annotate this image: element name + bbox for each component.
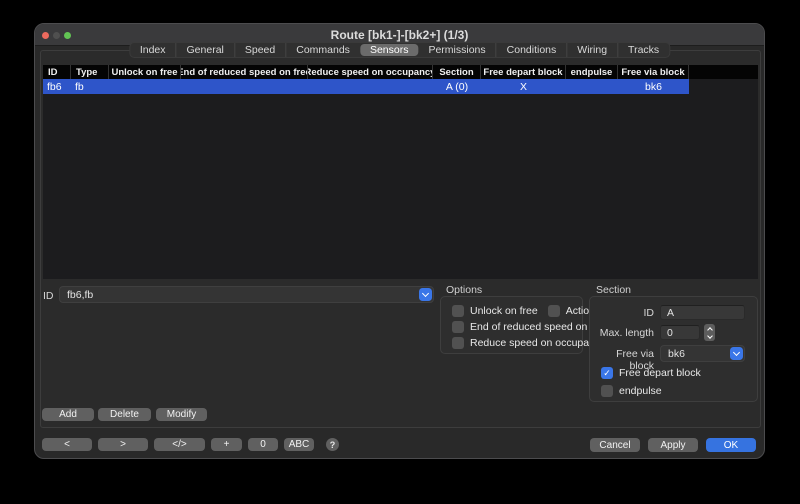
tab-commands[interactable]: Commands <box>285 43 360 57</box>
tab-wiring[interactable]: Wiring <box>566 43 617 57</box>
column-header-end-reduced-speed[interactable]: End of reduced speed on free <box>181 65 308 79</box>
tab-conditions[interactable]: Conditions <box>496 43 567 57</box>
endpulse-option[interactable]: ✓ endpulse <box>601 385 662 397</box>
column-header-unlock-on-free[interactable]: Unlock on free <box>109 65 181 79</box>
modify-button[interactable]: Modify <box>156 408 207 421</box>
zero-button[interactable]: 0 <box>248 438 278 451</box>
id-combobox-value: fb6,fb <box>60 289 419 301</box>
tab-sensors[interactable]: Sensors <box>360 44 419 56</box>
section-groupbox: ID A Max. length 0 Free via block bk6 ✓ … <box>589 296 758 402</box>
prev-button[interactable]: < <box>42 438 92 451</box>
actions-checkbox[interactable]: ✓ <box>548 305 560 317</box>
stepper-down-icon[interactable] <box>707 333 713 339</box>
id-combobox-dropdown-arrow-icon[interactable] <box>419 288 432 301</box>
end-reduced-label: End of reduced speed on free <box>470 321 608 333</box>
cell-id: fb6 <box>43 81 71 93</box>
tab-general[interactable]: General <box>176 43 234 57</box>
end-reduced-option[interactable]: ✓ End of reduced speed on free <box>452 321 582 333</box>
unlock-on-free-checkbox[interactable]: ✓ <box>452 305 464 317</box>
section-group-title: Section <box>596 284 631 296</box>
tab-bar: Index General Speed Commands Sensors Per… <box>129 42 670 58</box>
free-depart-block-option[interactable]: ✓ Free depart block <box>601 367 701 379</box>
column-header-id[interactable]: ID <box>43 65 71 79</box>
sensors-table: ID Type Unlock on free End of reduced sp… <box>43 65 758 279</box>
column-header-reduce-speed-occupancy[interactable]: Reduce speed on occupancy <box>308 65 433 79</box>
table-row[interactable]: fb6 fb A (0) X bk6 <box>43 79 689 94</box>
next-button[interactable]: > <box>98 438 148 451</box>
free-via-block-dropdown-arrow-icon[interactable] <box>730 347 743 360</box>
tab-speed[interactable]: Speed <box>234 43 285 57</box>
options-groupbox: ✓ Unlock on free ✓ Actions ✓ End of redu… <box>440 296 583 354</box>
column-header-filler <box>689 65 758 79</box>
max-length-label: Max. length <box>590 327 654 339</box>
plus-button[interactable]: + <box>211 438 242 451</box>
cell-free-via-block: bk6 <box>618 81 689 93</box>
stepper-up-icon[interactable] <box>707 327 713 333</box>
section-id-value: A <box>661 307 674 319</box>
tab-tracks[interactable]: Tracks <box>617 43 669 57</box>
cancel-button[interactable]: Cancel <box>590 438 640 452</box>
help-button[interactable]: ? <box>326 438 339 451</box>
tab-index[interactable]: Index <box>130 43 176 57</box>
cell-section: A (0) <box>433 81 481 93</box>
column-header-type[interactable]: Type <box>71 65 109 79</box>
cell-free-depart: X <box>481 81 566 93</box>
apply-button[interactable]: Apply <box>648 438 698 452</box>
max-length-stepper[interactable] <box>704 324 715 341</box>
code-view-button[interactable]: </> <box>154 438 205 451</box>
section-id-label: ID <box>590 307 654 319</box>
delete-button[interactable]: Delete <box>98 408 151 421</box>
max-length-value: 0 <box>661 327 673 339</box>
add-button[interactable]: Add <box>42 408 94 421</box>
column-header-free-depart-block[interactable]: Free depart block <box>481 65 566 79</box>
section-id-field[interactable]: A <box>660 305 745 320</box>
end-reduced-checkbox[interactable]: ✓ <box>452 321 464 333</box>
unlock-on-free-label: Unlock on free <box>470 305 538 317</box>
id-field-label: ID <box>43 290 54 302</box>
free-depart-block-checkbox[interactable]: ✓ <box>601 367 613 379</box>
route-dialog-window: Route [bk1-]-[bk2+] (1/3) Index General … <box>34 23 765 459</box>
endpulse-label: endpulse <box>619 385 662 397</box>
ok-button[interactable]: OK <box>706 438 756 452</box>
window-title: Route [bk1-]-[bk2+] (1/3) <box>35 28 764 42</box>
free-via-block-combobox[interactable]: bk6 <box>660 345 745 362</box>
reduce-occupancy-label: Reduce speed on occupancy <box>470 337 605 349</box>
table-header: ID Type Unlock on free End of reduced sp… <box>43 65 758 79</box>
cell-type: fb <box>71 81 109 93</box>
free-via-block-value: bk6 <box>661 348 730 360</box>
tab-permissions[interactable]: Permissions <box>418 43 495 57</box>
reduce-occupancy-checkbox[interactable]: ✓ <box>452 337 464 349</box>
id-combobox[interactable]: fb6,fb <box>59 286 434 303</box>
options-group-title: Options <box>446 284 482 296</box>
column-header-section[interactable]: Section <box>433 65 481 79</box>
unlock-on-free-option[interactable]: ✓ Unlock on free <box>452 305 538 317</box>
max-length-field[interactable]: 0 <box>660 325 700 340</box>
abc-button[interactable]: ABC <box>284 438 314 451</box>
column-header-free-via-block[interactable]: Free via block <box>618 65 689 79</box>
reduce-occupancy-option[interactable]: ✓ Reduce speed on occupancy <box>452 337 582 349</box>
endpulse-checkbox[interactable]: ✓ <box>601 385 613 397</box>
column-header-endpulse[interactable]: endpulse <box>566 65 618 79</box>
free-depart-block-label: Free depart block <box>619 367 701 379</box>
